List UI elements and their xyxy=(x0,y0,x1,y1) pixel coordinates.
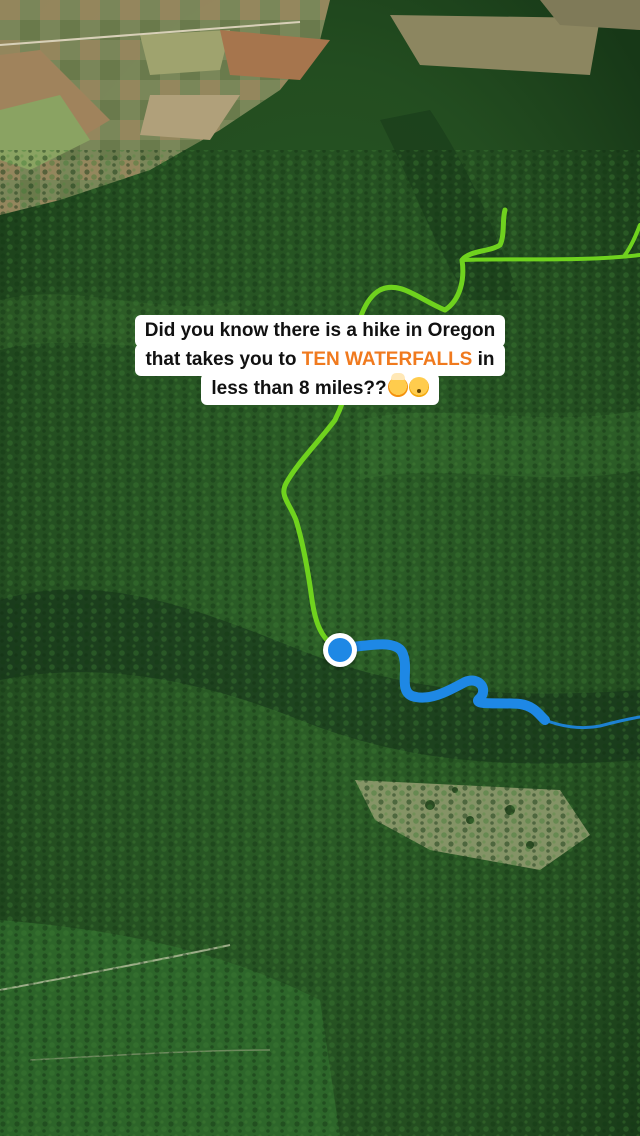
caption-highlight: TEN WATERFALLS xyxy=(301,349,473,370)
shushing-face-emoji-icon xyxy=(408,377,429,397)
caption-overlay: Did you know there is a hike in Oregon t… xyxy=(0,315,640,405)
tree-texture xyxy=(0,150,640,1136)
caption-line-2-wrap: that takes you to TEN WATERFALLS in xyxy=(0,344,640,376)
location-dot-core xyxy=(328,638,352,662)
current-location-icon[interactable] xyxy=(323,633,357,667)
caption-line-1: Did you know there is a hike in Oregon xyxy=(134,315,506,347)
caption-line-2-before: that takes you to xyxy=(145,349,302,370)
caption-line-2: that takes you to TEN WATERFALLS in xyxy=(135,344,505,376)
farmland-field-2 xyxy=(140,30,230,75)
caption-line-3-wrap: less than 8 miles?? xyxy=(0,373,640,405)
satellite-map[interactable] xyxy=(0,0,640,1136)
map-screen: Did you know there is a hike in Oregon t… xyxy=(0,0,640,1136)
caption-line-3-text: less than 8 miles?? xyxy=(211,378,387,399)
caption-line-1-wrap: Did you know there is a hike in Oregon xyxy=(0,315,640,347)
caption-line-2-after: in xyxy=(472,349,495,370)
caption-line-3: less than 8 miles?? xyxy=(201,373,439,405)
mind-blown-emoji-icon xyxy=(387,373,408,397)
